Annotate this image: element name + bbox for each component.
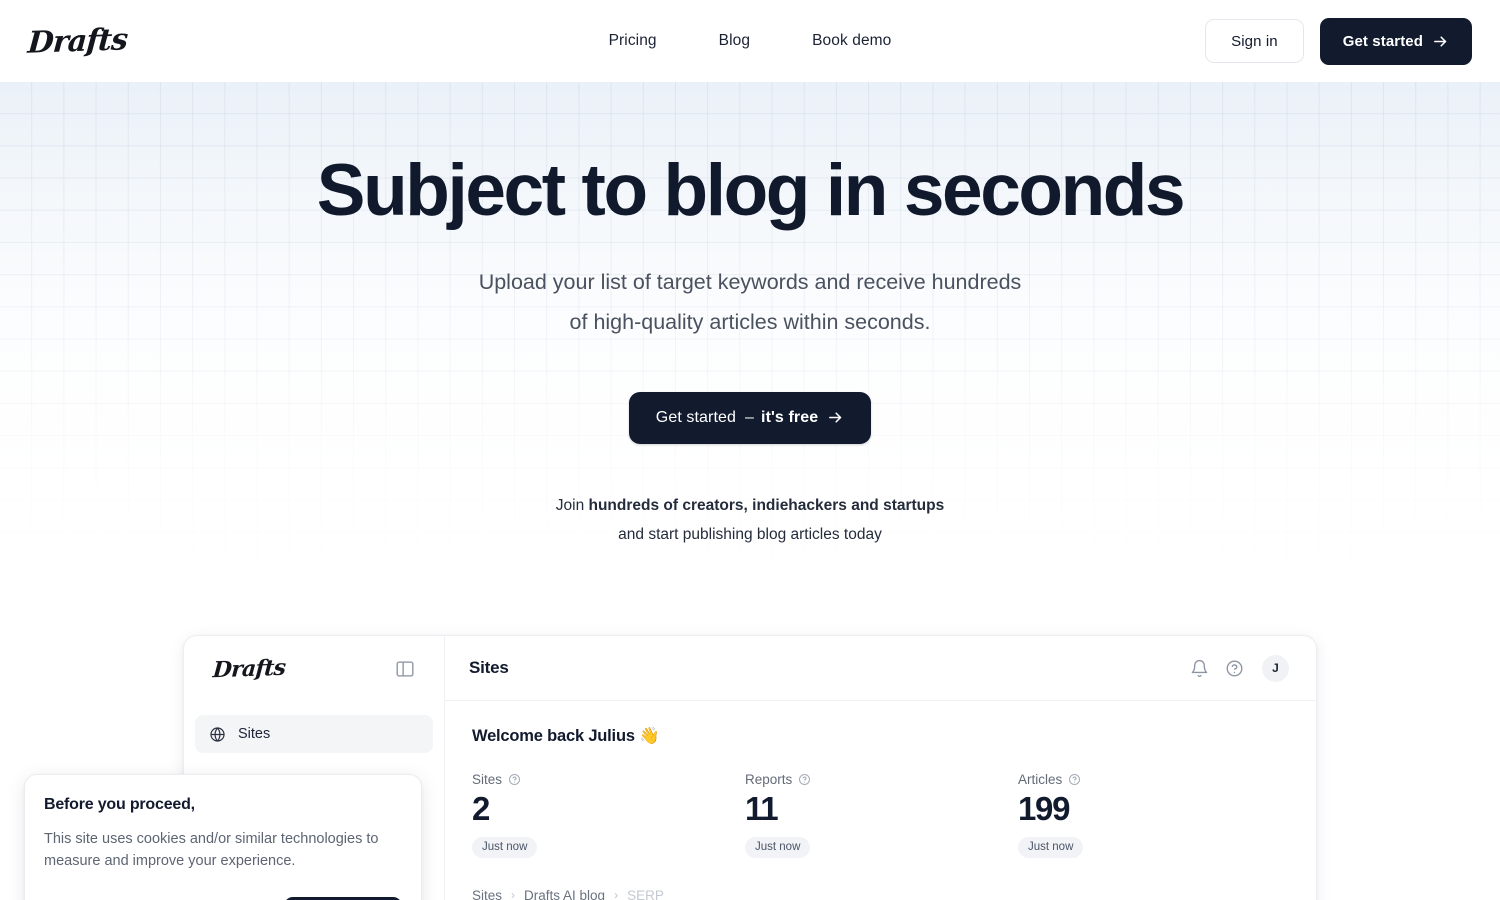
breadcrumb-item-drafts-ai-blog[interactable]: Drafts AI blog	[524, 888, 605, 900]
panel-toggle-icon[interactable]	[394, 658, 416, 680]
globe-icon	[209, 726, 226, 743]
breadcrumb-item-sites[interactable]: Sites	[472, 888, 502, 900]
social-proof-suffix: and start publishing blog articles today	[618, 525, 882, 543]
arrow-right-icon	[827, 409, 844, 426]
get-started-label: Get started	[1342, 32, 1423, 50]
hero-cta-dash: –	[745, 408, 755, 426]
welcome-message: Welcome back Julius 👋	[472, 727, 660, 745]
stat-value: 2	[472, 790, 490, 827]
hero-section: Subject to blog in seconds Upload your l…	[0, 82, 1500, 900]
stat-label: Reports	[745, 772, 793, 787]
help-circle-icon[interactable]	[1068, 773, 1081, 786]
page-title: Subject to blog in seconds	[316, 150, 1186, 231]
avatar[interactable]: J	[1262, 654, 1289, 682]
stats-row: Sites 2 Just now Reports 11 Just now Art…	[472, 772, 1289, 858]
sidebar-item-label: Sites	[238, 726, 271, 742]
app-page-title: Sites	[469, 658, 509, 677]
breadcrumb-separator: ›	[511, 888, 516, 900]
breadcrumb-item-serp[interactable]: SERP	[627, 888, 664, 900]
arrow-right-icon	[1432, 33, 1449, 50]
stat-header: Sites	[472, 772, 745, 787]
app-brand-logo[interactable]: Drafts	[212, 654, 286, 683]
hero-cta-wrapper: Get started – it's free	[0, 391, 1500, 444]
app-header: Sites J	[445, 636, 1316, 701]
top-navbar: Drafts Pricing Blog Book demo Sign in Ge…	[0, 0, 1500, 82]
app-topbar: Drafts Sites J	[184, 636, 1316, 701]
sidebar-item-sites[interactable]: Sites	[195, 715, 433, 753]
stat-card-reports: Reports 11 Just now	[745, 772, 1018, 858]
nav-link-blog[interactable]: Blog	[719, 32, 750, 50]
hero-cta-emphasis: it's free	[761, 408, 819, 426]
landing-page: Drafts Pricing Blog Book demo Sign in Ge…	[0, 0, 1500, 900]
hero-content: Subject to blog in seconds Upload your l…	[0, 150, 1500, 549]
stat-card-sites: Sites 2 Just now	[472, 772, 745, 858]
bell-icon[interactable]	[1190, 659, 1209, 678]
sign-in-button[interactable]: Sign in	[1205, 19, 1304, 63]
nav-link-book-demo[interactable]: Book demo	[812, 32, 891, 50]
cookie-banner-text: This site uses cookies and/or similar te…	[44, 831, 379, 869]
hero-get-started-button[interactable]: Get started – it's free	[628, 391, 872, 444]
help-circle-icon[interactable]	[798, 773, 811, 786]
help-circle-icon[interactable]	[1225, 659, 1244, 678]
hero-subheadline-line-1: Upload your list of target keywords and …	[478, 269, 1022, 294]
brand-logo[interactable]: Drafts	[27, 22, 129, 60]
social-proof-prefix: Join	[555, 496, 585, 514]
stat-value: 199	[1018, 790, 1070, 827]
navbar-actions: Sign in Get started	[1205, 17, 1472, 65]
app-header-actions: J	[1190, 654, 1289, 682]
hero-cta-prefix: Get started	[655, 408, 737, 426]
get-started-button[interactable]: Get started	[1319, 17, 1472, 65]
stat-label: Articles	[1018, 772, 1063, 787]
breadcrumb-separator: ›	[614, 888, 619, 900]
hero-subheadline-line-2: of high-quality articles within seconds.	[569, 309, 931, 334]
cookie-banner-title: Before you proceed,	[44, 796, 195, 813]
app-sidebar-header: Drafts	[184, 636, 445, 701]
stat-label: Sites	[472, 772, 503, 787]
nav-link-pricing[interactable]: Pricing	[609, 32, 657, 50]
stat-value: 11	[745, 790, 779, 827]
help-circle-icon[interactable]	[508, 773, 521, 786]
breadcrumb: Sites › Drafts AI blog › SERP	[472, 888, 1289, 900]
stat-header: Reports	[745, 772, 1018, 787]
status-badge: Just now	[1018, 836, 1084, 858]
status-badge: Just now	[472, 836, 538, 858]
cookie-consent-banner: Before you proceed, This site uses cooki…	[24, 774, 422, 900]
stat-header: Articles	[1018, 772, 1083, 787]
status-badge: Just now	[745, 836, 811, 858]
stat-card-articles: Articles 199 Just now	[1018, 772, 1084, 858]
hero-subheadline: Upload your list of target keywords and …	[440, 262, 1060, 342]
app-main-content: Welcome back Julius 👋 Sites 2 Just now R…	[445, 701, 1316, 900]
social-proof-text: Join hundreds of creators, indiehackers …	[550, 491, 950, 549]
social-proof-emphasis: hundreds of creators, indiehackers and s…	[588, 496, 945, 514]
